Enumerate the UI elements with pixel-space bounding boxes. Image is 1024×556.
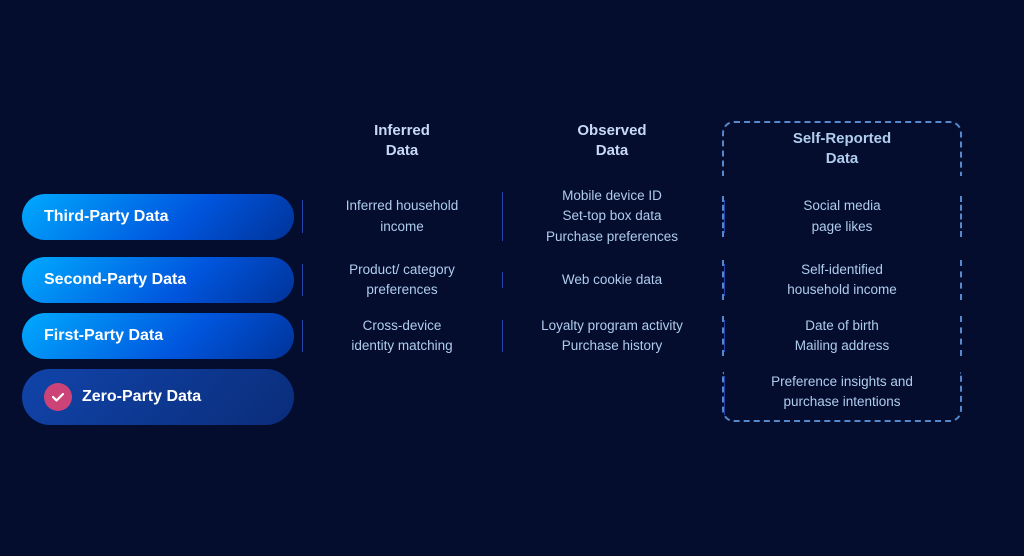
self-reported-zero-party: Preference insights andpurchase intentio… (722, 372, 962, 423)
observed-first-party: Loyalty program activityPurchase history (502, 316, 722, 357)
self-reported-third-party: Social mediapage likes (722, 196, 962, 237)
row-first-party: First-Party Data Cross-deviceidentity mat… (22, 313, 1002, 359)
pill-zero-party: Zero-Party Data (22, 369, 294, 425)
row-second-party: Second-Party Data Product/ categoryprefer… (22, 257, 1002, 303)
check-icon (44, 383, 72, 411)
label-zero-party: Zero-Party Data (82, 388, 201, 406)
header-self-reported: Self-ReportedData (722, 121, 962, 176)
label-second-party: Second-Party Data (44, 271, 186, 289)
row-label-cell-first-party: First-Party Data (22, 313, 302, 359)
row-third-party: Third-Party Data Inferred householdincome… (22, 186, 1002, 247)
self-reported-second-party: Self-identifiedhousehold income (722, 260, 962, 301)
header-empty (22, 121, 302, 176)
observed-second-party: Web cookie data (502, 270, 722, 290)
label-third-party: Third-Party Data (44, 208, 168, 226)
row-label-cell-third-party: Third-Party Data (22, 194, 302, 240)
inferred-first-party: Cross-deviceidentity matching (302, 316, 502, 357)
header-observed: ObservedData (502, 121, 722, 176)
label-first-party: First-Party Data (44, 327, 163, 345)
self-reported-first-party: Date of birthMailing address (722, 316, 962, 357)
row-label-cell-zero-party: Zero-Party Data (22, 369, 302, 425)
header-inferred: InferredData (302, 121, 502, 176)
header-row: InferredData ObservedData Self-ReportedD… (22, 121, 1002, 176)
inferred-second-party: Product/ categorypreferences (302, 260, 502, 301)
pill-second-party: Second-Party Data (22, 257, 294, 303)
main-container: InferredData ObservedData Self-ReportedD… (22, 111, 1002, 445)
pill-third-party: Third-Party Data (22, 194, 294, 240)
row-label-cell-second-party: Second-Party Data (22, 257, 302, 303)
pill-first-party: First-Party Data (22, 313, 294, 359)
row-zero-party: Zero-Party Data Preference insights andpu… (22, 369, 1002, 425)
observed-third-party: Mobile device IDSet-top box dataPurchase… (502, 186, 722, 247)
inferred-third-party: Inferred householdincome (302, 196, 502, 237)
rows-container: Third-Party Data Inferred householdincome… (22, 186, 1002, 425)
